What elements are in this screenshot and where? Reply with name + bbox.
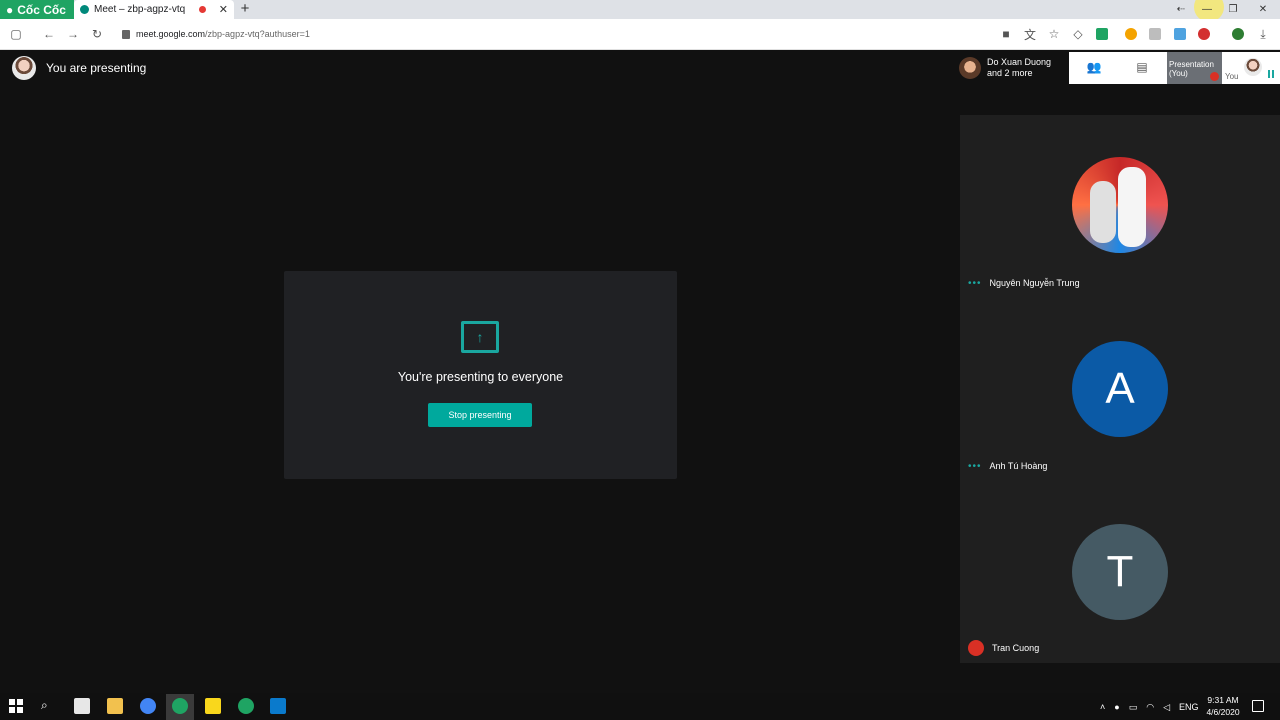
- mic-off-icon: [968, 640, 984, 656]
- forward-arrow-icon[interactable]: →: [64, 25, 82, 43]
- more-options-icon[interactable]: •••: [968, 278, 982, 289]
- presenting-indicator: You are presenting: [12, 56, 146, 80]
- file-explorer-icon[interactable]: [107, 698, 123, 714]
- coccoc-logo-icon: ●: [6, 2, 14, 17]
- present-screen-icon: ↑: [461, 321, 499, 353]
- chat-icon[interactable]: ▤: [1132, 58, 1152, 76]
- participant-name: Tran Cuong: [992, 643, 1040, 653]
- participant-tile-1[interactable]: ••• Nguyên Nguyễn Trung: [968, 276, 1080, 290]
- self-thumbnail[interactable]: You: [1222, 52, 1280, 84]
- self-thumb-avatar: [1244, 58, 1262, 76]
- adblock-icon[interactable]: [1198, 28, 1210, 40]
- clock-time: 9:31 AM: [1207, 695, 1239, 705]
- tab-close-icon[interactable]: ✕: [219, 3, 228, 16]
- extra-window-icon[interactable]: ⇠: [1168, 0, 1194, 19]
- presentation-thumb-label: Presentation (You): [1169, 60, 1214, 78]
- url-domain: meet.google.com: [136, 29, 206, 39]
- meet-favicon-icon: [80, 5, 89, 14]
- sticky-notes-icon[interactable]: [205, 698, 221, 714]
- extension-code-icon[interactable]: [1149, 28, 1161, 40]
- audio-level-icon: [1268, 70, 1274, 78]
- owner-more: and 2 more: [987, 68, 1033, 78]
- presenting-message: You're presenting to everyone: [397, 370, 564, 384]
- tray-chevron-icon[interactable]: ˄: [1100, 702, 1105, 712]
- battery-icon[interactable]: ▭: [1129, 702, 1138, 713]
- windows-start-icon[interactable]: [9, 699, 23, 713]
- more-options-icon[interactable]: •••: [968, 461, 982, 472]
- stop-presenting-button[interactable]: Stop presenting: [428, 403, 532, 427]
- camera-icon[interactable]: ■: [997, 25, 1015, 43]
- lock-icon: [122, 29, 130, 39]
- search-icon[interactable]: ⌕: [41, 698, 48, 713]
- owner-avatar: [959, 57, 981, 79]
- restore-button[interactable]: ❐: [1220, 0, 1246, 19]
- presentation-thumbnail[interactable]: Presentation (You): [1167, 52, 1222, 84]
- extension-orange-icon[interactable]: [1125, 28, 1137, 40]
- owner-name: Do Xuan Duong: [987, 57, 1052, 67]
- coccoc-taskbar-icon[interactable]: [172, 698, 188, 714]
- participant-tile-3[interactable]: Tran Cuong: [968, 640, 1040, 656]
- microphone-icon[interactable]: ●: [1114, 702, 1119, 712]
- mic-off-icon: [1210, 72, 1219, 81]
- vscode-icon[interactable]: [270, 698, 286, 714]
- close-window-button[interactable]: ✕: [1250, 0, 1276, 19]
- download-icon[interactable]: ⤓: [1254, 25, 1272, 43]
- meeting-owner[interactable]: Do Xuan Duong and 2 more: [955, 52, 1069, 84]
- people-icon[interactable]: 👥: [1084, 58, 1104, 76]
- participant-name: Anh Tú Hoàng: [989, 461, 1048, 471]
- browser-brand-label: Cốc Cốc: [17, 2, 66, 17]
- extension-blue-icon[interactable]: [1174, 28, 1186, 40]
- profile-avatar-icon[interactable]: [1232, 28, 1244, 40]
- url-path: /zbp-agpz-vtq?authuser=1: [205, 29, 310, 39]
- download-extension-icon[interactable]: [1096, 28, 1108, 40]
- network-icon[interactable]: ◠: [1146, 702, 1154, 713]
- participant-tile-2[interactable]: ••• Anh Tú Hoàng: [968, 459, 1047, 473]
- self-avatar: [12, 56, 36, 80]
- browser-tab-meet[interactable]: Meet – zbp-agpz-vtq ✕: [74, 0, 234, 19]
- participant-avatar-a: A: [1072, 341, 1168, 437]
- chrome-icon[interactable]: [140, 698, 156, 714]
- presenting-label: You are presenting: [46, 61, 147, 75]
- shield-icon[interactable]: ◇: [1069, 25, 1087, 43]
- sidebar-toggle-icon[interactable]: ▢: [7, 25, 25, 43]
- minimize-button[interactable]: —: [1194, 0, 1220, 19]
- reload-icon[interactable]: ↻: [88, 25, 106, 43]
- browser-brand[interactable]: ● Cốc Cốc: [0, 0, 74, 19]
- participant-name: Nguyên Nguyễn Trung: [989, 278, 1080, 288]
- address-bar[interactable]: meet.google.com/zbp-agpz-vtq?authuser=1: [122, 26, 310, 42]
- recording-icon: [198, 6, 206, 13]
- participant-avatar-photo: [1072, 157, 1168, 253]
- tab-title: Meet – zbp-agpz-vtq: [94, 4, 186, 15]
- language-indicator[interactable]: ENG: [1179, 702, 1199, 712]
- taskbar-clock[interactable]: 9:31 AM 4/6/2020: [1200, 694, 1246, 718]
- notification-icon[interactable]: [1252, 700, 1264, 712]
- system-tray: ˄ ● ▭ ◠ ◁ ENG: [1100, 697, 1199, 717]
- volume-icon[interactable]: ◁: [1163, 702, 1170, 713]
- coccoc-second-icon[interactable]: [238, 698, 254, 714]
- translate-icon[interactable]: 文: [1021, 25, 1039, 43]
- bookmark-star-icon[interactable]: ☆: [1045, 25, 1063, 43]
- participant-avatar-t: T: [1072, 524, 1168, 620]
- back-arrow-icon[interactable]: ←: [40, 25, 58, 43]
- task-view-icon[interactable]: [74, 698, 90, 714]
- you-label: You: [1225, 72, 1239, 81]
- new-tab-button[interactable]: +: [238, 1, 252, 17]
- clock-date: 4/6/2020: [1206, 707, 1240, 717]
